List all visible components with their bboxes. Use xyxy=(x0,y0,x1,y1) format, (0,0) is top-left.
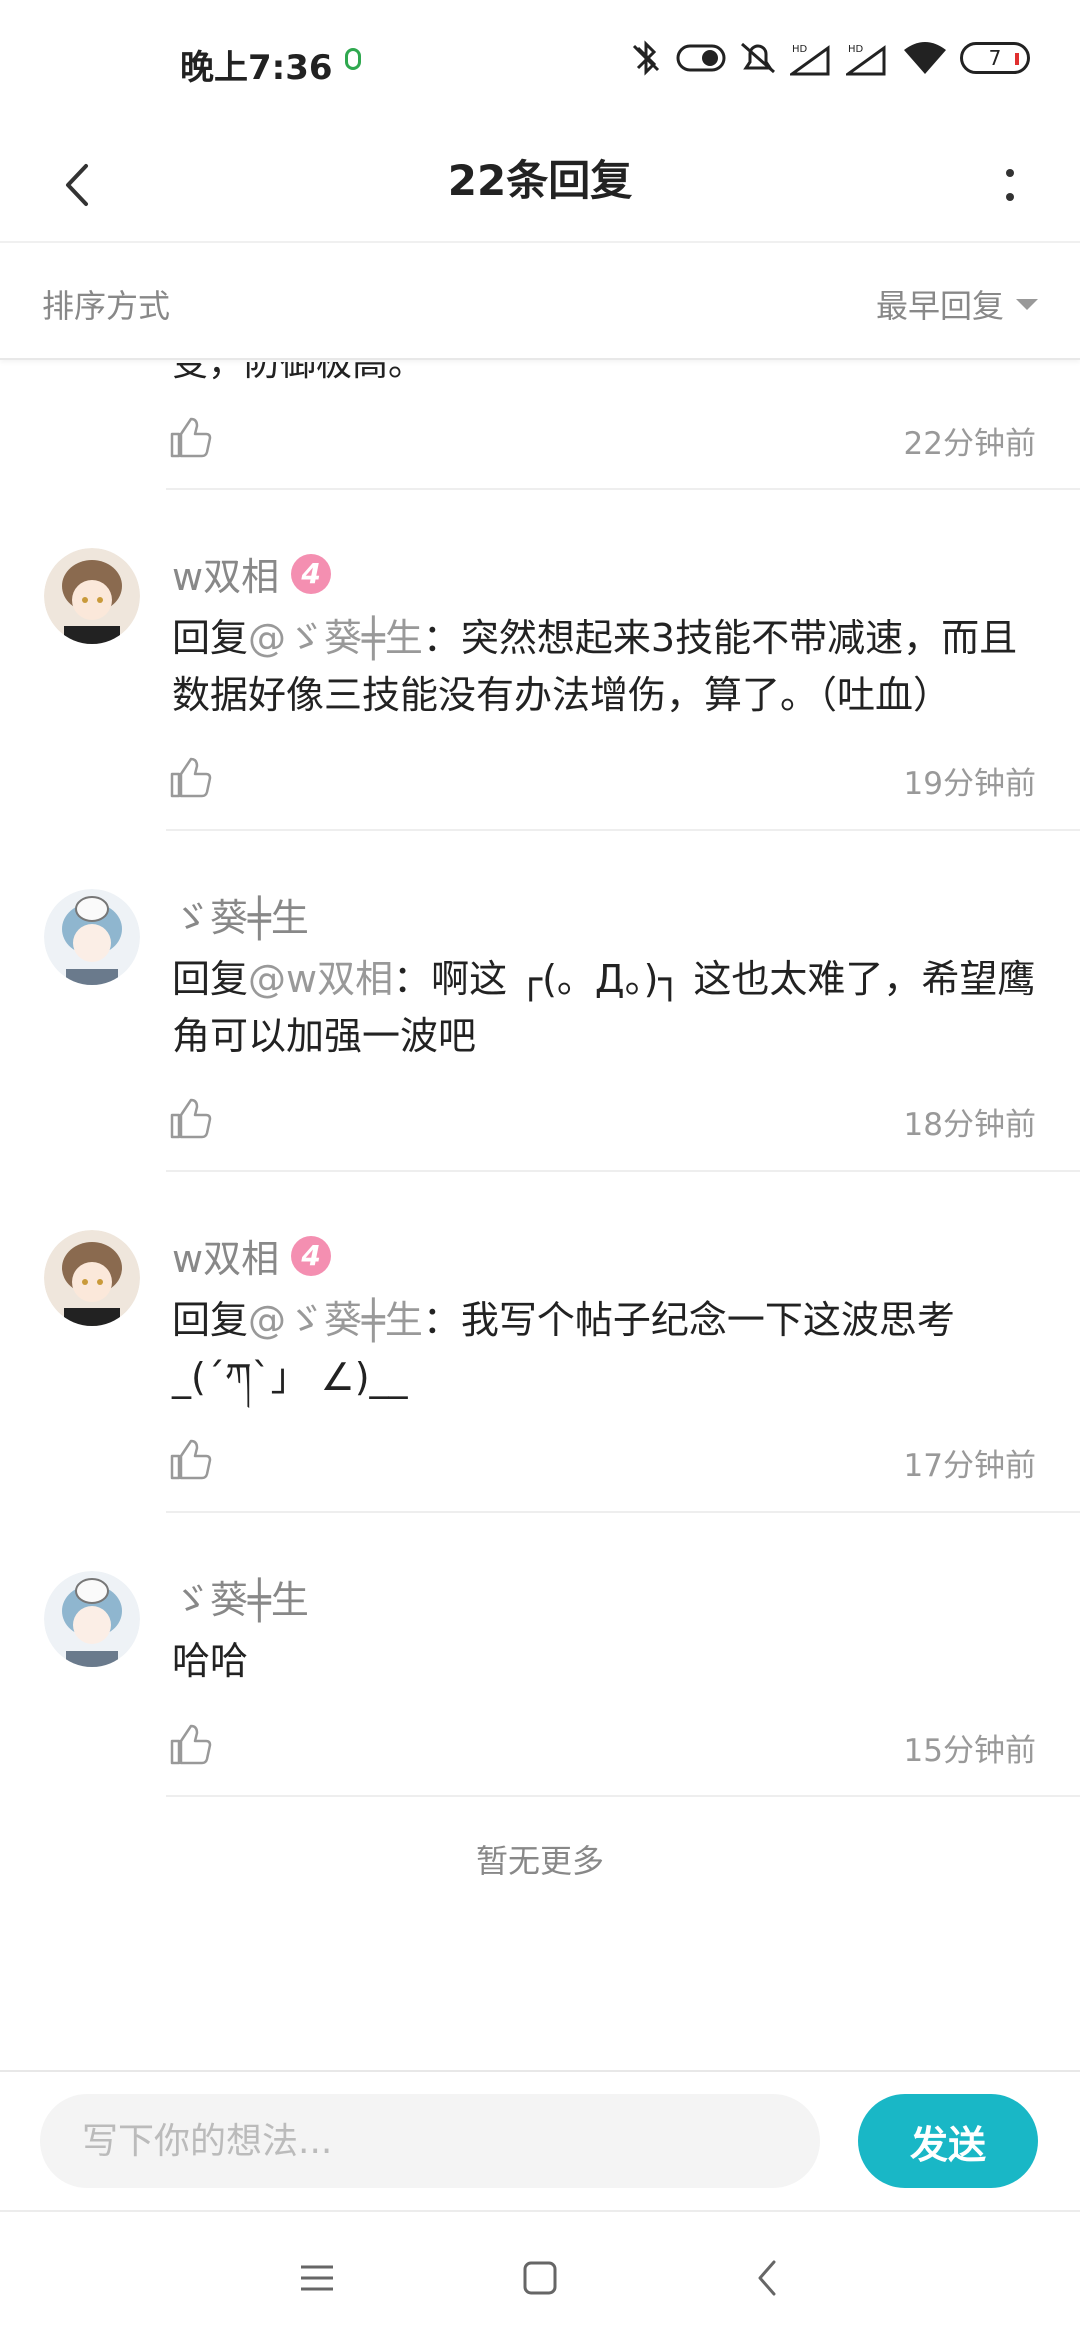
like-icon[interactable] xyxy=(168,1723,212,1767)
reply-time: 22分钟前 xyxy=(903,426,1036,462)
reply-list[interactable]: 变，防御极高。 22分钟前 w双相 4 回复@ゞ葵╪生：突然想起来3技能不带减速… xyxy=(0,362,1080,2070)
status-indicator-icon xyxy=(345,48,361,70)
avatar[interactable] xyxy=(44,548,140,644)
comment-input[interactable] xyxy=(40,2094,820,2188)
back-arrow-icon xyxy=(758,2260,776,2296)
reply-text: 回复@ゞ葵╪生：突然想起来3技能不带减速，而且数据好像三技能没有办法增伤，算了。… xyxy=(172,616,1018,717)
like-icon[interactable] xyxy=(168,1438,212,1482)
system-nav-bar xyxy=(0,2210,1080,2340)
reply-item: ゞ葵╪生 回复@w双相：啊这 ┌(。Д。)┐ 这也太难了，希望鹰角可以加强一波吧… xyxy=(0,829,1080,1170)
signal-hd-icon: HD xyxy=(846,44,886,76)
signal-hd-icon: HD xyxy=(790,44,830,76)
more-vertical-icon xyxy=(1006,169,1014,201)
silent-bell-icon xyxy=(741,42,775,74)
bluetooth-off-icon xyxy=(632,40,660,76)
sort-label: 排序方式 xyxy=(42,287,171,325)
svg-text:HD: HD xyxy=(792,44,808,55)
sort-selected-value: 最早回复 xyxy=(875,287,1004,325)
reply-text: 哈哈 xyxy=(172,1639,249,1683)
reply-author: ゞ葵╪生 xyxy=(172,1569,309,1624)
avatar[interactable] xyxy=(44,1230,140,1326)
reply-author: w双相 4 xyxy=(172,546,332,601)
reply-text: 回复@ゞ葵╪生：我写个帖子纪念一下这波思考 _(´ཀ`」 ∠)__ xyxy=(172,1298,955,1399)
username[interactable]: ゞ葵╪生 xyxy=(172,1569,309,1624)
reply-author: ゞ葵╪生 xyxy=(172,887,309,942)
reply-time: 17分钟前 xyxy=(903,1448,1036,1484)
reply-time: 19分钟前 xyxy=(903,766,1036,802)
username[interactable]: w双相 xyxy=(172,1228,279,1283)
toggle-icon xyxy=(676,44,726,72)
reply-time: 15分钟前 xyxy=(903,1733,1036,1769)
username[interactable]: w双相 xyxy=(172,546,279,601)
divider xyxy=(166,1795,1080,1797)
page-title: 22条回复 xyxy=(447,156,633,205)
level-badge: 4 xyxy=(291,1235,332,1276)
caret-down-icon xyxy=(1016,298,1038,310)
mention-link[interactable]: @ゞ葵╪生 xyxy=(248,616,423,660)
send-button[interactable]: 发送 xyxy=(858,2094,1038,2188)
reply-author: w双相 4 xyxy=(172,1228,332,1283)
battery-icon: 7 xyxy=(960,42,1030,74)
reply-time: 18分钟前 xyxy=(903,1107,1036,1143)
home-square-icon xyxy=(523,2261,557,2295)
like-icon[interactable] xyxy=(168,756,212,800)
no-more-text: 暂无更多 xyxy=(475,1842,604,1880)
cut-off-reply-text: 变，防御极高。 xyxy=(172,362,425,384)
avatar[interactable] xyxy=(44,889,140,985)
wifi-icon xyxy=(904,42,946,74)
sort-bar: 排序方式 最早回复 xyxy=(0,245,1080,360)
svg-text:HD: HD xyxy=(848,44,864,55)
reply-item: ゞ葵╪生 哈哈 15分钟前 xyxy=(0,1511,1080,1795)
more-button[interactable] xyxy=(980,145,1040,225)
avatar[interactable] xyxy=(44,1571,140,1667)
reply-item: w双相 4 回复@ゞ葵╪生：突然想起来3技能不带减速，而且数据好像三技能没有办法… xyxy=(0,488,1080,829)
mention-link[interactable]: @ゞ葵╪生 xyxy=(248,1298,423,1342)
status-bar: 晚上7:36 HD HD 7 xyxy=(0,0,1080,125)
header: 22条回复 xyxy=(0,125,1080,243)
status-icons: HD HD 7 xyxy=(628,40,1030,76)
mention-link[interactable]: @w双相 xyxy=(248,957,393,1001)
sort-dropdown[interactable]: 最早回复 xyxy=(876,281,1038,327)
username[interactable]: ゞ葵╪生 xyxy=(172,887,309,942)
level-badge: 4 xyxy=(291,553,332,594)
like-icon[interactable] xyxy=(168,1097,212,1141)
status-time: 晚上7:36 xyxy=(180,48,333,88)
like-icon[interactable] xyxy=(168,416,212,460)
menu-button[interactable] xyxy=(287,2248,347,2308)
home-button[interactable] xyxy=(510,2248,570,2308)
reply-text: 回复@w双相：啊这 ┌(。Д。)┐ 这也太难了，希望鹰角可以加强一波吧 xyxy=(172,957,1036,1058)
menu-icon xyxy=(301,2265,333,2291)
nav-back-button[interactable] xyxy=(737,2248,797,2308)
reply-item: w双相 4 回复@ゞ葵╪生：我写个帖子纪念一下这波思考 _(´ཀ`」 ∠)__ … xyxy=(0,1170,1080,1511)
comment-bar: 发送 xyxy=(0,2070,1080,2210)
